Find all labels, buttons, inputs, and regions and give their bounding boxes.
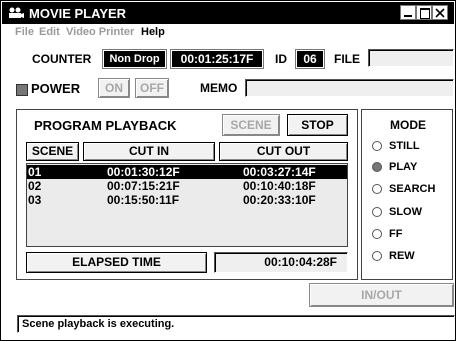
scene-cell: 02 — [28, 179, 42, 193]
elapsed-time-label: ELAPSED TIME — [26, 252, 207, 273]
menu-file[interactable]: File — [15, 26, 34, 38]
mode-rew-radio[interactable] — [372, 251, 382, 261]
power-label: POWER — [31, 81, 81, 96]
file-label: FILE — [334, 52, 360, 66]
mode-play-label[interactable]: PLAY — [389, 161, 417, 173]
file-field[interactable] — [368, 49, 454, 67]
menu-bar: File Edit Video Printer Help — [2, 24, 454, 42]
counter-value: 00:01:25:17F — [172, 51, 262, 67]
minimize-icon[interactable] — [400, 5, 416, 20]
mode-slow-radio[interactable] — [372, 207, 382, 217]
elapsed-time-value: 00:10:04:28F — [214, 252, 348, 273]
mode-search-radio[interactable] — [372, 184, 382, 194]
id-value: 06 — [297, 51, 323, 67]
close-icon[interactable] — [432, 5, 448, 20]
memo-field[interactable] — [245, 79, 454, 97]
mode-still-radio[interactable] — [372, 141, 382, 151]
maximize-icon[interactable] — [416, 5, 432, 20]
mode-play-radio[interactable] — [372, 162, 382, 172]
cut-in-cell: 00:01:30:12F — [107, 165, 180, 179]
table-row[interactable]: 02 00:07:15:21F 00:10:40:18F — [27, 179, 347, 193]
cut-out-cell: 00:03:27:14F — [243, 165, 316, 179]
cut-in-cell: 00:07:15:21F — [107, 179, 180, 193]
memo-label: MEMO — [200, 81, 238, 95]
mode-search-label[interactable]: SEARCH — [389, 183, 435, 195]
column-cut-out[interactable]: CUT OUT — [219, 142, 348, 161]
in-out-button[interactable]: IN/OUT — [309, 283, 454, 307]
cut-in-cell: 00:15:50:11F — [107, 193, 180, 207]
mode-ff-label[interactable]: FF — [389, 228, 402, 240]
column-scene[interactable]: SCENE — [26, 142, 79, 161]
power-off-button[interactable]: OFF — [135, 78, 169, 98]
scene-button[interactable]: SCENE — [222, 114, 280, 136]
cut-out-cell: 00:10:40:18F — [243, 179, 316, 193]
table-row[interactable]: 01 00:01:30:12F 00:03:27:14F — [27, 165, 347, 179]
counter-mode-badge[interactable]: Non Drop — [104, 51, 165, 67]
program-playback-title: PROGRAM PLAYBACK — [34, 118, 177, 133]
projector-icon — [9, 7, 24, 18]
menu-video-printer[interactable]: Video Printer — [66, 26, 134, 38]
scene-cell: 03 — [28, 193, 42, 207]
counter-label: COUNTER — [32, 52, 92, 66]
id-label: ID — [275, 52, 287, 66]
title-bar[interactable]: MOVIE PLAYER — [2, 2, 454, 24]
mode-still-label[interactable]: STILL — [389, 140, 420, 152]
power-indicator — [16, 84, 28, 96]
scene-cell: 01 — [28, 165, 42, 179]
mode-rew-label[interactable]: REW — [389, 250, 415, 262]
stop-button[interactable]: STOP — [287, 114, 348, 136]
movie-player-window: MOVIE PLAYER File Edit Video Printer Hel… — [0, 0, 456, 341]
mode-title: MODE — [390, 118, 426, 132]
cut-out-cell: 00:20:33:10F — [243, 193, 316, 207]
window-title: MOVIE PLAYER — [29, 6, 127, 21]
column-cut-in[interactable]: CUT IN — [83, 142, 215, 161]
mode-ff-radio[interactable] — [372, 229, 382, 239]
table-row[interactable]: 03 00:15:50:11F 00:20:33:10F — [27, 193, 347, 207]
mode-slow-label[interactable]: SLOW — [389, 206, 422, 218]
menu-help[interactable]: Help — [141, 26, 165, 38]
power-on-button[interactable]: ON — [98, 78, 130, 98]
scene-list[interactable]: 01 00:01:30:12F 00:03:27:14F 02 00:07:15… — [26, 163, 348, 247]
menu-edit[interactable]: Edit — [39, 26, 60, 38]
status-bar: Scene playback is executing. — [17, 315, 455, 333]
